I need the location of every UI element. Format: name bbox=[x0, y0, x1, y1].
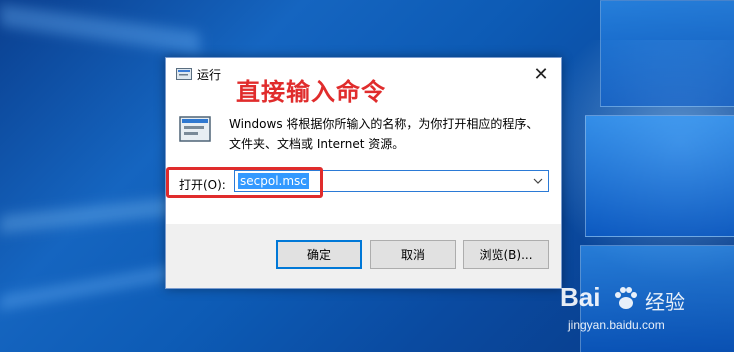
run-program-icon bbox=[179, 116, 211, 142]
annotation-highlight-box bbox=[166, 167, 323, 198]
watermark-suffix: 经验 bbox=[645, 290, 685, 314]
watermark-url: jingyan.baidu.com bbox=[568, 318, 665, 332]
close-button[interactable]: ✕ bbox=[521, 58, 561, 90]
dialog-title: 运行 bbox=[197, 68, 222, 82]
light-beam bbox=[0, 264, 180, 310]
ok-button[interactable]: 确定 bbox=[276, 240, 362, 269]
close-icon: ✕ bbox=[533, 63, 549, 85]
run-icon bbox=[176, 68, 192, 80]
light-beam bbox=[0, 3, 200, 55]
browse-button[interactable]: 浏览(B)... bbox=[463, 240, 549, 269]
paw-icon bbox=[615, 287, 637, 309]
chevron-down-icon[interactable] bbox=[531, 172, 545, 190]
description-line: 文件夹、文档或 Internet 资源。 bbox=[229, 137, 405, 151]
annotation-text: 直接输入命令 bbox=[236, 78, 386, 106]
windows-logo-pane bbox=[600, 0, 734, 107]
description-line: Windows 将根据你所输入的名称，为你打开相应的程序、 bbox=[229, 117, 539, 131]
watermark-logo: Bai bbox=[560, 282, 601, 312]
windows-logo-pane bbox=[585, 115, 734, 237]
cancel-button[interactable]: 取消 bbox=[370, 240, 456, 269]
run-dialog: 运行 ✕ 直接输入命令 Windows 将根据你所输入的名称，为你打开相应的程序… bbox=[165, 57, 562, 289]
dialog-description: Windows 将根据你所输入的名称，为你打开相应的程序、 文件夹、文档或 In… bbox=[229, 114, 549, 154]
